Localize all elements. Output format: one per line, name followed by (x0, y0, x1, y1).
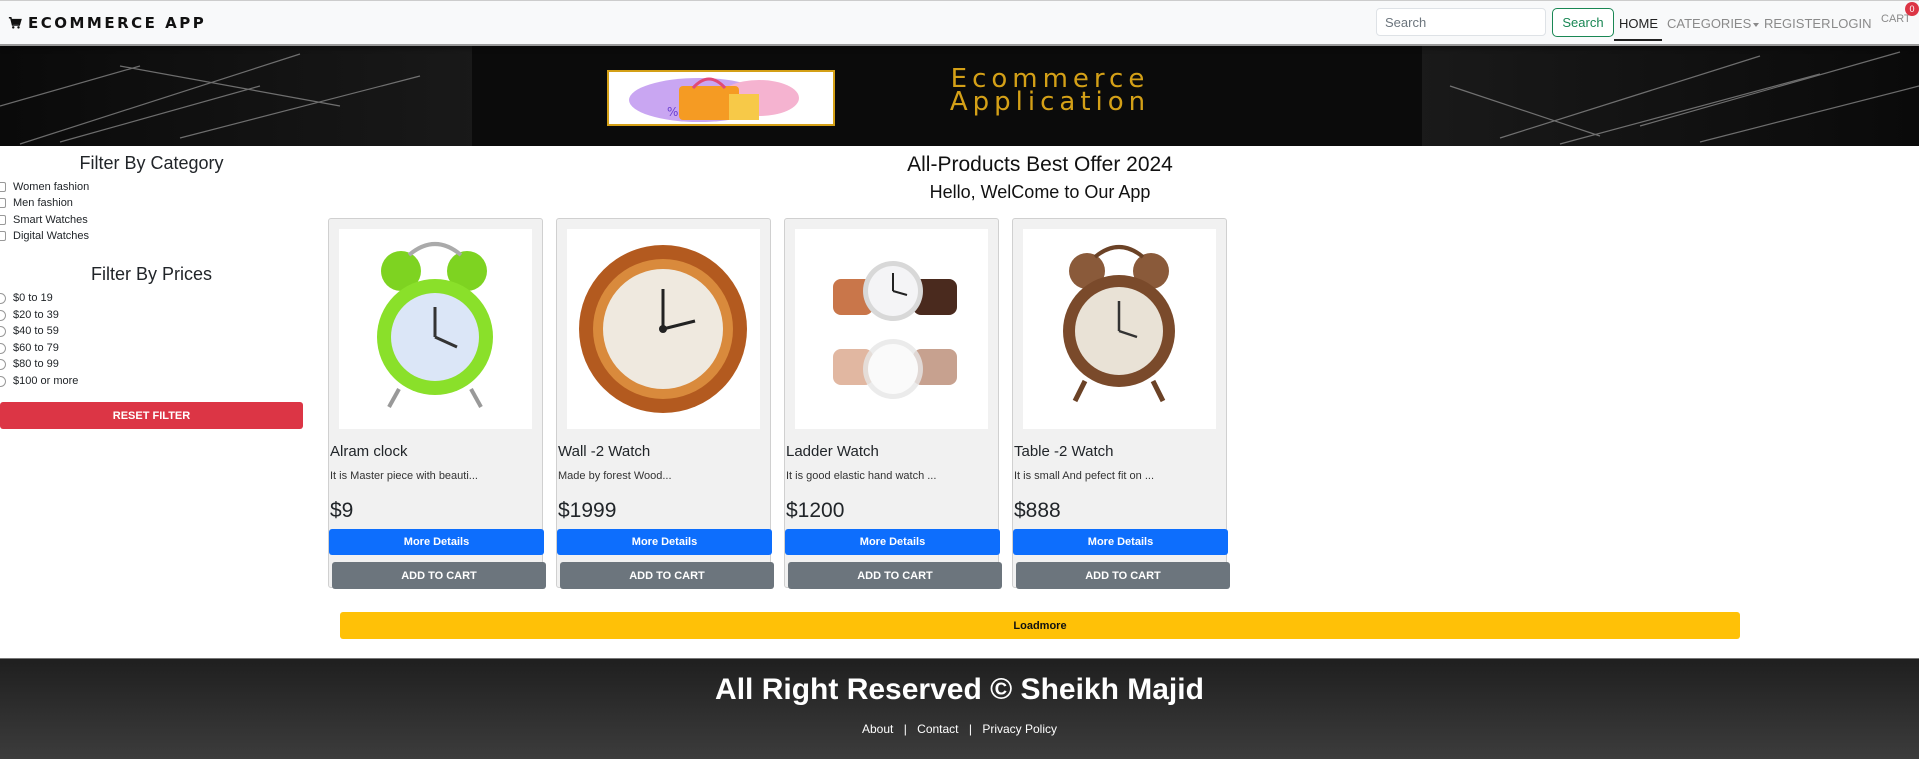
price-radio-80-99[interactable]: $80 to 99 (0, 358, 59, 370)
price-label: $100 or more (13, 375, 79, 387)
nav-register[interactable]: REGISTER (1764, 16, 1830, 31)
nav-categories-label: CATEGORIES (1667, 16, 1752, 31)
category-filter-heading: Filter By Category (79, 153, 224, 173)
category-label: Women fashion (13, 181, 90, 193)
category-label: Smart Watches (13, 214, 88, 226)
product-name: Wall -2 Watch (558, 443, 651, 460)
reset-filter-button[interactable]: RESET FILTER (0, 402, 303, 429)
add-to-cart-button[interactable]: ADD TO CART (332, 562, 546, 589)
radio-button[interactable] (0, 292, 6, 304)
footer-copyright: All Right Reserved © Sheikh Majid (715, 673, 1204, 706)
caret-down-icon (1753, 22, 1760, 27)
price-label: $60 to 79 (13, 342, 59, 354)
price-label: $80 to 99 (13, 358, 59, 370)
price-radio-60-79[interactable]: $60 to 79 (0, 342, 59, 354)
hero-banner: % Ecommerce Application (0, 46, 1919, 146)
product-image-alarm-clock[interactable] (339, 229, 532, 429)
more-details-button[interactable]: More Details (557, 529, 772, 555)
product-description: It is small And pefect fit on ... (1014, 470, 1155, 482)
product-image-table-clock[interactable] (1023, 229, 1216, 429)
product-price: $1200 (786, 499, 845, 522)
footer-separator: | (968, 722, 972, 736)
category-label: Digital Watches (13, 230, 90, 242)
nav-home[interactable]: HOME (1619, 16, 1658, 31)
price-filter-heading: Filter By Prices (90, 264, 213, 284)
banner-title-line-2: Application (949, 87, 1151, 117)
more-details-button[interactable]: More Details (785, 529, 1000, 555)
price-radio-100-plus[interactable]: $100 or more (0, 375, 78, 387)
shopping-cart-icon (8, 16, 22, 29)
radio-button[interactable] (0, 342, 6, 354)
checkbox[interactable] (0, 182, 6, 192)
footer-links: About | Contact | Privacy Policy (0, 722, 1919, 736)
product-description: Made by forest Wood... (558, 470, 672, 482)
product-name: Table -2 Watch (1014, 443, 1114, 460)
radio-button[interactable] (0, 358, 6, 370)
checkbox[interactable] (0, 231, 6, 241)
price-label: $0 to 19 (13, 292, 53, 304)
price-radio-20-39[interactable]: $20 to 39 (0, 309, 59, 321)
banner-title: Ecommerce Application (880, 66, 1220, 117)
welcome-subtitle: Hello, WelCome to Our App (929, 182, 1151, 202)
product-price: $888 (1014, 499, 1061, 522)
brand-link[interactable]: ECOMMERCE APP (8, 14, 206, 32)
loadmore-button[interactable]: Loadmore (340, 612, 1740, 639)
nav-login[interactable]: LOGIN (1831, 16, 1871, 31)
product-description: It is Master piece with beauti... (330, 470, 478, 482)
svg-text:%: % (667, 105, 678, 119)
add-to-cart-button[interactable]: ADD TO CART (788, 562, 1002, 589)
price-label: $20 to 39 (13, 309, 59, 321)
price-radio-0-19[interactable]: $0 to 19 (0, 292, 53, 304)
price-radio-40-59[interactable]: $40 to 59 (0, 325, 59, 337)
banner-shopping-bag-image: % (607, 70, 835, 126)
product-description: It is good elastic hand watch ... (786, 470, 937, 482)
footer-separator: | (903, 722, 907, 736)
radio-button[interactable] (0, 325, 6, 337)
brand-title: ECOMMERCE APP (28, 14, 207, 32)
product-card: Wall -2 Watch Made by forest Wood... $19… (556, 218, 774, 589)
page-title: All-Products Best Offer 2024 (907, 153, 1173, 176)
product-name: Ladder Watch (786, 443, 879, 460)
more-details-button[interactable]: More Details (1013, 529, 1228, 555)
product-card: Alram clock It is Master piece with beau… (328, 218, 546, 589)
product-name: Alram clock (330, 443, 408, 460)
cart-count-badge: 0 (1905, 2, 1919, 16)
category-checkbox-digital-watches[interactable]: Digital Watches (0, 230, 89, 242)
radio-button[interactable] (0, 375, 6, 387)
category-checkbox-women-fashion[interactable]: Women fashion (0, 181, 89, 193)
add-to-cart-button[interactable]: ADD TO CART (1016, 562, 1230, 589)
footer-link-about[interactable]: About (862, 722, 893, 736)
search-button[interactable]: Search (1552, 8, 1614, 37)
product-card: Table -2 Watch It is small And pefect fi… (1012, 218, 1230, 589)
navbar: ECOMMERCE APP Search HOME CATEGORIES REG… (0, 0, 1919, 46)
product-price: $1999 (558, 499, 617, 522)
product-price: $9 (330, 499, 354, 522)
product-image-wall-clock[interactable] (567, 229, 760, 429)
radio-button[interactable] (0, 309, 6, 321)
footer: All Right Reserved © Sheikh Majid About … (0, 658, 1919, 759)
nav-categories[interactable]: CATEGORIES (1667, 16, 1760, 31)
price-label: $40 to 59 (13, 325, 59, 337)
footer-link-contact[interactable]: Contact (917, 722, 958, 736)
footer-link-privacy-policy[interactable]: Privacy Policy (982, 722, 1057, 736)
category-checkbox-men-fashion[interactable]: Men fashion (0, 197, 73, 209)
checkbox[interactable] (0, 215, 6, 225)
search-input[interactable] (1376, 8, 1546, 36)
more-details-button[interactable]: More Details (329, 529, 544, 555)
checkbox[interactable] (0, 198, 6, 208)
add-to-cart-button[interactable]: ADD TO CART (560, 562, 774, 589)
product-card: Ladder Watch It is good elastic hand wat… (784, 218, 1002, 589)
active-nav-indicator (1614, 39, 1662, 41)
nav-cart[interactable]: CART (1881, 13, 1911, 25)
product-image-ladder-watch[interactable] (795, 229, 988, 429)
category-checkbox-smart-watches[interactable]: Smart Watches (0, 214, 88, 226)
category-label: Men fashion (13, 197, 73, 209)
